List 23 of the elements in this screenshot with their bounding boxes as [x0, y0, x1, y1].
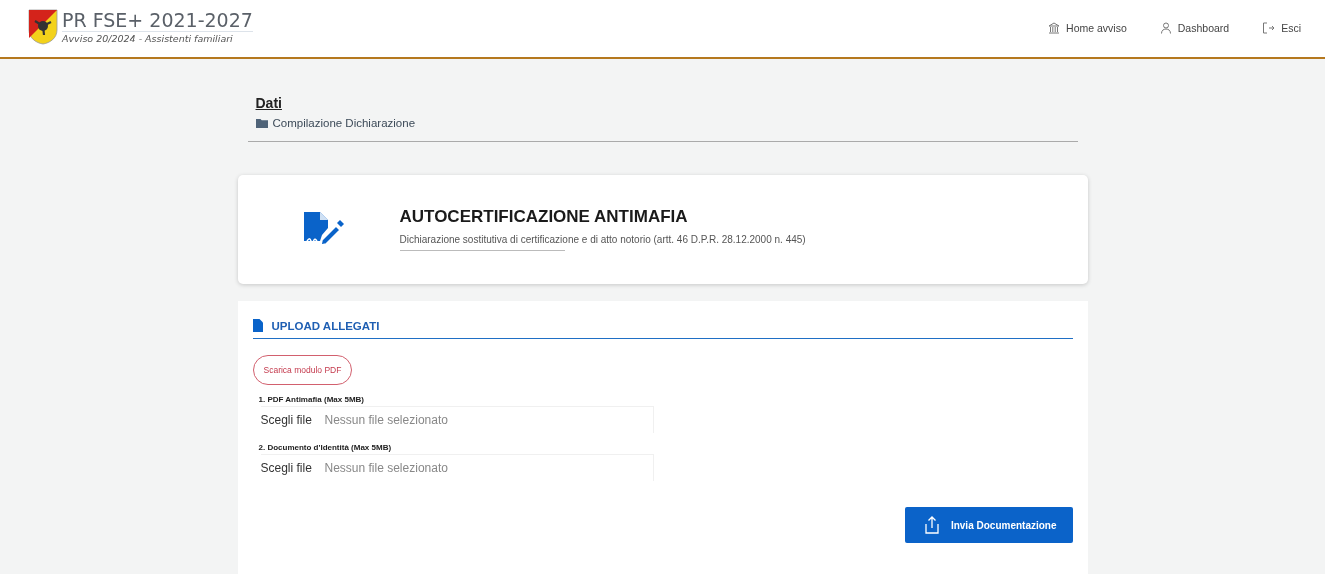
- section-title: UPLOAD ALLEGATI: [271, 319, 380, 332]
- user-icon: [1159, 22, 1172, 34]
- nav-link[interactable]: Home avviso: [1048, 22, 1127, 34]
- card-subtitle: Dichiarazione sostitutiva di certificazione e di atto notorio (artt. 46 D.P.R. 28.12.2000 n. 445): [399, 234, 806, 245]
- file-icon: [252, 319, 263, 332]
- breadcrumb-text: Compilazione Dichiarazione: [272, 117, 416, 129]
- nav-link[interactable]: Dashboard: [1159, 22, 1230, 34]
- page-title-link[interactable]: Dati: [255, 95, 282, 111]
- card-title: AUTOCERTIFICAZIONE ANTIMAFIA: [399, 207, 689, 227]
- logout-icon: [1262, 22, 1276, 34]
- field-label: 2. Documento d'Identità (Max 5MB): [258, 443, 393, 452]
- bank-icon: [1048, 22, 1061, 34]
- app-subtitle: Avviso 20/2024 - Assistenti familiari: [62, 32, 234, 45]
- file-input[interactable]: Scegli file Nessun file selezionato: [260, 454, 654, 481]
- download-button[interactable]: Scarica modulo PDF: [252, 355, 353, 385]
- file-input[interactable]: Scegli file Nessun file selezionato: [260, 406, 654, 433]
- app-title: PR FSE+ 2021-2027: [62, 9, 253, 32]
- submit-button[interactable]: Invia Documentazione: [904, 507, 1073, 543]
- field-label: 1. PDF Antimafia (Max 5MB): [258, 395, 365, 404]
- coat-of-arms-icon: [28, 9, 58, 45]
- upload-icon: [922, 516, 941, 534]
- folder-icon: [255, 118, 268, 128]
- nav-link[interactable]: Esci: [1262, 22, 1301, 34]
